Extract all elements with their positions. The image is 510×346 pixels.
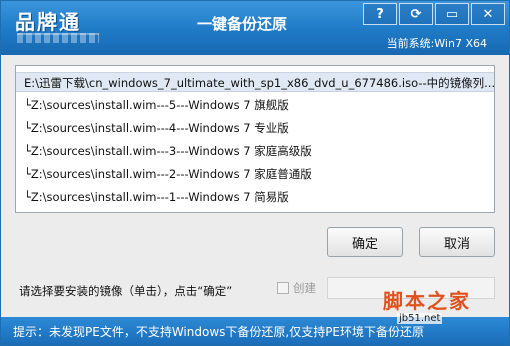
site-watermark: 脚本之家 (383, 289, 471, 313)
close-icon: ✕ (482, 6, 494, 22)
status-message: 提示：未发现PE文件，不支持Windows下备份还原,仅支持PE环境下备份还原 (13, 325, 425, 339)
list-item[interactable]: └Z:\sources\install.wim---2---Windows 7 … (16, 164, 494, 184)
window-title: 一键备份还原 (197, 15, 288, 33)
title-bar[interactable]: 品牌通 一键备份还原 当前系统:Win7 X64 ? ⟳ ▭ ✕ (1, 1, 509, 55)
create-checkbox-label: 创建 (293, 281, 316, 295)
logo-reflection (17, 33, 99, 43)
list-item[interactable]: └Z:\sources\install.wim---3---Windows 7 … (16, 141, 494, 161)
help-button[interactable]: ? (363, 3, 397, 25)
create-checkbox[interactable] (277, 282, 289, 294)
ok-button[interactable]: 确定 (327, 227, 403, 257)
close-button[interactable]: ✕ (471, 3, 505, 25)
current-system-label: 当前系统:Win7 X64 (386, 37, 487, 50)
list-item[interactable]: └Z:\sources\install.wim---1---Windows 7 … (16, 187, 494, 207)
app-logo: 品牌通 (15, 10, 81, 34)
site-watermark-url: jb51.net (397, 313, 443, 324)
help-icon: ? (376, 6, 384, 22)
list-item[interactable]: └Z:\sources\install.wim---5---Windows 7 … (16, 95, 494, 115)
instruction-text: 请选择要安装的镜像（单击），点击“确定” (19, 284, 233, 298)
refresh-icon: ⟳ (410, 6, 422, 22)
create-option[interactable]: 创建 (277, 280, 316, 296)
backup-restore-window: 品牌通 一键备份还原 当前系统:Win7 X64 ? ⟳ ▭ ✕ E:\迅雷下载… (0, 0, 510, 346)
list-item[interactable]: └Z:\sources\install.wim---4---Windows 7 … (16, 118, 494, 138)
minimize-button[interactable]: ▭ (435, 3, 469, 25)
minimize-icon: ▭ (445, 6, 459, 22)
refresh-button[interactable]: ⟳ (399, 3, 433, 25)
cancel-button[interactable]: 取消 (419, 227, 495, 257)
image-list[interactable]: E:\迅雷下载\cn_windows_7_ultimate_with_sp1_x… (15, 65, 495, 213)
iso-source-item[interactable]: E:\迅雷下载\cn_windows_7_ultimate_with_sp1_x… (16, 72, 494, 92)
